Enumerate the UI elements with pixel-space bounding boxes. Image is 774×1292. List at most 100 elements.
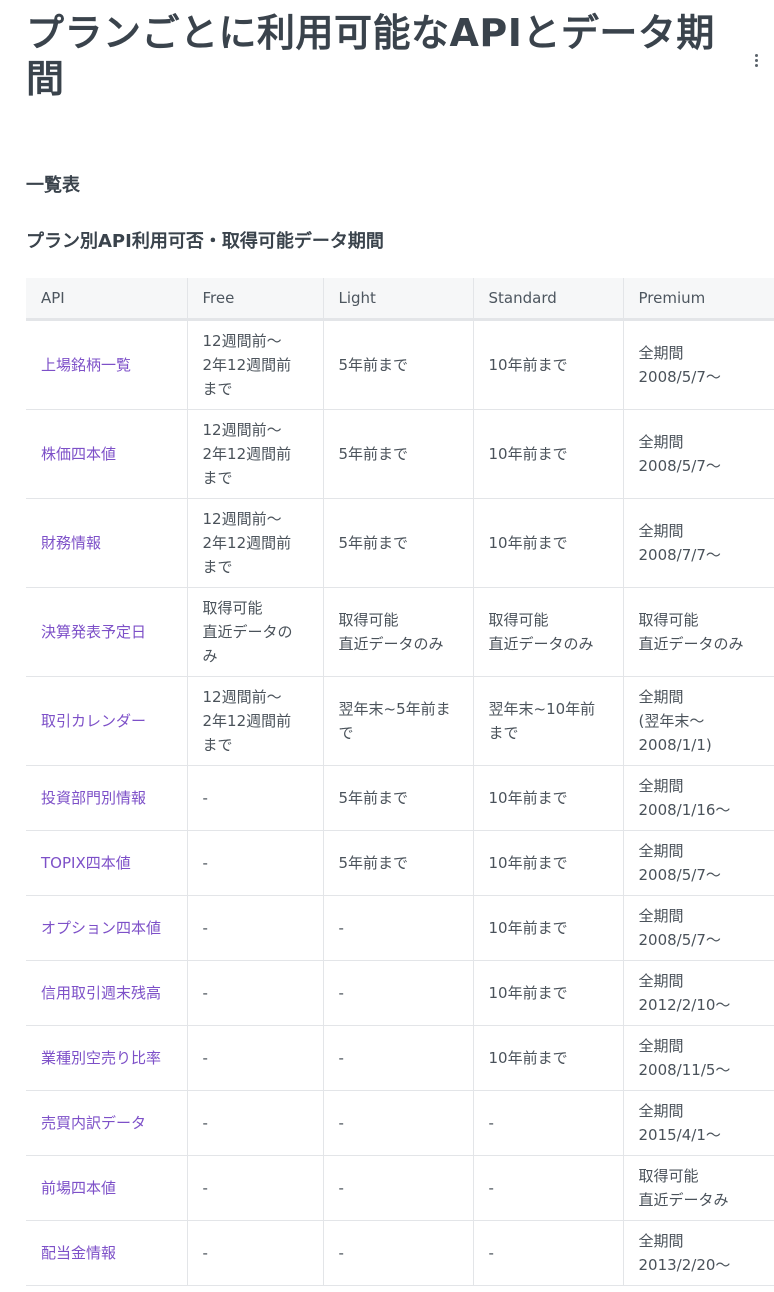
cell-light: - [323, 895, 474, 961]
api-link[interactable]: 取引カレンダー [41, 712, 146, 730]
cell-text: 翌年末~10年前 [488, 700, 596, 718]
cell-text: - [338, 1244, 344, 1262]
table-row: TOPIX四本値 - 5年前まで 10年前まで 全期間 2008/5/7〜 [26, 830, 774, 896]
cell-text: 2008/5/7〜 [638, 866, 721, 884]
cell-free: - [187, 830, 324, 896]
api-link[interactable]: オプション四本値 [41, 919, 161, 937]
table-row: オプション四本値 - - 10年前まで 全期間 2008/5/7〜 [26, 895, 774, 961]
cell-text: 5年前まで [338, 445, 409, 463]
cell-standard: 10年前まで [473, 895, 624, 961]
kebab-menu-icon[interactable] [748, 48, 764, 72]
cell-premium: 全期間 2008/5/7〜 [623, 319, 774, 410]
cell-free: - [187, 765, 324, 831]
header-premium: Premium [623, 278, 774, 321]
cell-premium: 全期間 2015/4/1〜 [623, 1090, 774, 1156]
cell-free: 12週間前〜 2年12週間前 まで [187, 676, 324, 766]
api-link[interactable]: 配当金情報 [41, 1244, 116, 1262]
cell-light: 5年前まで [323, 830, 474, 896]
cell-text: - [488, 1179, 494, 1197]
cell-free: 12週間前〜 2年12週間前 まで [187, 498, 324, 588]
cell-api: 前場四本値 [26, 1155, 188, 1221]
cell-free: - [187, 960, 324, 1026]
cell-text: 2008/7/7〜 [638, 546, 721, 564]
cell-text: 全期間 [638, 842, 684, 860]
cell-text: 5年前まで [338, 356, 409, 374]
cell-light: 5年前まで [323, 409, 474, 499]
cell-text: 全期間 [638, 907, 684, 925]
cell-text: 12週間前〜 [202, 510, 282, 528]
cell-text: (翌年末〜 [638, 712, 705, 730]
cell-free: - [187, 1155, 324, 1221]
cell-text: 10年前まで [488, 854, 568, 872]
cell-text: - [202, 854, 208, 872]
api-link[interactable]: 信用取引週末残高 [41, 984, 161, 1002]
cell-text: - [202, 1049, 208, 1067]
cell-text: 全期間 [638, 433, 684, 451]
cell-text: 2015/4/1〜 [638, 1126, 721, 1144]
cell-light: - [323, 1155, 474, 1221]
api-link[interactable]: 業種別空売り比率 [41, 1049, 161, 1067]
cell-standard: 10年前まで [473, 498, 624, 588]
table-row: 取引カレンダー 12週間前〜 2年12週間前 まで 翌年末~5年前まで翌年末~10年前ま… [26, 676, 774, 766]
cell-text: 取得可能 [488, 611, 549, 629]
cell-light: 翌年末~5年前まで [323, 676, 474, 766]
api-link[interactable]: 投資部門別情報 [41, 789, 146, 807]
cell-light: - [323, 1025, 474, 1091]
cell-text: 2年12週間前 [202, 534, 292, 552]
cell-api: 売買内訳データ [26, 1090, 188, 1156]
table-row: 上場銘柄一覧 12週間前〜 2年12週間前 まで 5年前まで 10年前まで 全期間 2008/… [26, 319, 774, 410]
cell-text: 全期間 [638, 688, 684, 706]
cell-premium: 全期間 2008/5/7〜 [623, 830, 774, 896]
api-link[interactable]: 財務情報 [41, 534, 101, 552]
cell-text: 全期間 [638, 522, 684, 540]
cell-text: 取得可能 [638, 611, 699, 629]
cell-light: 5年前まで [323, 765, 474, 831]
cell-text: 2年12週間前 [202, 712, 292, 730]
cell-premium: 全期間 2008/5/7〜 [623, 409, 774, 499]
cell-premium: 取得可能 直近データみ [623, 1155, 774, 1221]
cell-text: 2008/1/16〜 [638, 801, 731, 819]
table-body: 上場銘柄一覧 12週間前〜 2年12週間前 まで 5年前まで 10年前まで 全期間 2008/… [26, 319, 774, 1286]
cell-text: 12週間前〜 [202, 688, 282, 706]
cell-text: 2008/5/7〜 [638, 368, 721, 386]
plan-table-container[interactable]: API Free Light Standard Premium 上場銘柄一覧 12… [26, 278, 774, 1286]
cell-api: 配当金情報 [26, 1220, 188, 1286]
cell-premium: 全期間 (翌年末〜 2008/1/1) [623, 676, 774, 766]
cell-text: 10年前まで [488, 919, 568, 937]
api-link[interactable]: 株価四本値 [41, 445, 116, 463]
cell-text: - [338, 1114, 344, 1132]
cell-premium: 全期間 2013/2/20〜 [623, 1220, 774, 1286]
cell-free: - [187, 895, 324, 961]
cell-text: - [488, 1244, 494, 1262]
section-heading: 一覧表 [26, 175, 80, 196]
cell-text: 直近データのみ [638, 635, 744, 653]
cell-text: 2008/11/5〜 [638, 1061, 731, 1079]
table-row: 財務情報 12週間前〜 2年12週間前 まで 5年前まで 10年前まで 全期間 2008/7/… [26, 498, 774, 588]
cell-api: 決算発表予定日 [26, 587, 188, 677]
cell-text: み [202, 647, 218, 665]
cell-text: - [202, 919, 208, 937]
cell-light: 5年前まで [323, 498, 474, 588]
cell-free: 12週間前〜 2年12週間前 まで [187, 319, 324, 410]
cell-text: まで [202, 558, 233, 576]
cell-text: - [202, 789, 208, 807]
cell-text: 5年前まで [338, 854, 409, 872]
cell-premium: 全期間 2008/1/16〜 [623, 765, 774, 831]
cell-text: - [202, 1114, 208, 1132]
cell-text: 翌年末~5年前ま [338, 700, 451, 718]
cell-premium: 全期間 2008/11/5〜 [623, 1025, 774, 1091]
cell-text: 12週間前〜 [202, 421, 282, 439]
cell-free: 取得可能 直近データのみ [187, 587, 324, 677]
cell-standard: 取得可能 直近データのみ [473, 587, 624, 677]
api-link[interactable]: 前場四本値 [41, 1179, 116, 1197]
table-row: 投資部門別情報 - 5年前まで 10年前まで 全期間 2008/1/16〜 [26, 765, 774, 831]
api-link[interactable]: TOPIX四本値 [41, 854, 131, 872]
header-api: API [26, 278, 188, 321]
api-link[interactable]: 決算発表予定日 [41, 623, 146, 641]
cell-text: 5年前まで [338, 789, 409, 807]
table-row: 株価四本値 12週間前〜 2年12週間前 まで 5年前まで 10年前まで 全期間 2008/5… [26, 409, 774, 499]
api-link[interactable]: 売買内訳データ [41, 1114, 146, 1132]
api-link[interactable]: 上場銘柄一覧 [41, 356, 131, 374]
cell-text: まで [488, 724, 519, 742]
cell-text: 2008/5/7〜 [638, 931, 721, 949]
